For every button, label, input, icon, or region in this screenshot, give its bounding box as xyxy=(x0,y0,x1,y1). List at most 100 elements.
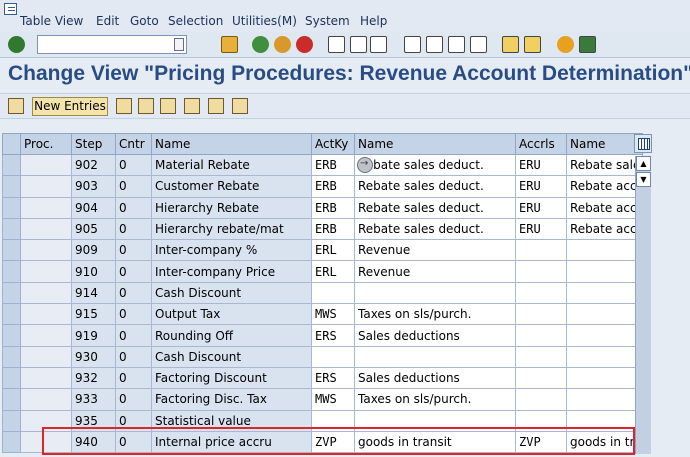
column-header-actky[interactable]: ActKy xyxy=(311,133,355,155)
back-icon[interactable] xyxy=(252,36,269,53)
menu-help[interactable]: Help xyxy=(360,14,387,28)
row-selector[interactable] xyxy=(2,260,21,283)
cell-actky[interactable] xyxy=(311,281,355,305)
table-row[interactable]: 914 0 Cash Discount xyxy=(2,281,643,305)
last-page-icon[interactable] xyxy=(470,36,487,53)
cell-actky[interactable]: ERS xyxy=(311,324,355,347)
row-selector-header[interactable] xyxy=(2,133,21,155)
shortcut-icon[interactable] xyxy=(524,36,541,53)
cell-accrls[interactable] xyxy=(515,345,567,368)
cell-accrls[interactable] xyxy=(515,303,567,326)
undo-change-icon[interactable] xyxy=(160,98,176,114)
cell-accrls[interactable] xyxy=(515,388,567,411)
first-page-icon[interactable] xyxy=(404,36,421,53)
command-field[interactable] xyxy=(37,35,187,54)
menu-goto[interactable]: Goto xyxy=(130,14,159,28)
cancel-icon[interactable] xyxy=(296,36,313,53)
column-header-proc[interactable]: Proc. xyxy=(20,133,72,155)
row-selector[interactable] xyxy=(2,388,21,411)
column-header-step[interactable]: Step xyxy=(71,133,116,155)
cell-accrls[interactable] xyxy=(515,260,567,283)
cell-accrls[interactable]: ERU xyxy=(515,217,567,241)
menu-edit[interactable]: Edit xyxy=(96,14,119,28)
row-selector[interactable] xyxy=(2,430,21,454)
cell-actky[interactable]: ERB xyxy=(311,217,355,241)
table-row[interactable]: 935 0 Statistical value xyxy=(2,409,643,432)
table-row[interactable]: 909 0 Inter-company % ERL Revenue xyxy=(2,239,643,262)
table-row[interactable]: 903 0 Customer Rebate ERB Rebate sales deduc… xyxy=(2,175,643,198)
cell-accrls[interactable] xyxy=(515,239,567,262)
delete-icon[interactable] xyxy=(138,98,154,114)
menu-table-view[interactable]: Table View xyxy=(20,14,83,28)
copy-as-icon[interactable] xyxy=(116,98,132,114)
cell-actky[interactable] xyxy=(311,345,355,368)
column-header-accrl-name[interactable]: Name xyxy=(566,133,643,155)
column-header-acct-name[interactable]: Name xyxy=(354,133,516,155)
table-row[interactable]: 915 0 Output Tax MWS Taxes on sls/purch. xyxy=(2,303,643,326)
menu-selection[interactable]: Selection xyxy=(168,14,223,28)
help-icon[interactable] xyxy=(557,36,574,53)
value-help-icon[interactable] xyxy=(357,157,373,173)
save-icon[interactable] xyxy=(221,36,238,53)
table-row[interactable]: 932 0 Factoring Discount ERS Sales deduction… xyxy=(2,366,643,390)
cell-actky[interactable]: MWS xyxy=(311,388,355,411)
cell-accrls[interactable] xyxy=(515,281,567,305)
table-row[interactable]: 919 0 Rounding Off ERS Sales deductions xyxy=(2,324,643,347)
table-row[interactable]: 910 0 Inter-company Price ERL Revenue xyxy=(2,260,643,283)
table-row[interactable]: 904 0 Hierarchy Rebate ERB Rebate sales dedu… xyxy=(2,196,643,219)
command-dropdown-icon[interactable] xyxy=(174,38,184,51)
cell-accrls[interactable] xyxy=(515,366,567,390)
cell-accrls[interactable] xyxy=(515,324,567,347)
next-page-icon[interactable] xyxy=(448,36,465,53)
cell-accrls[interactable]: ERU xyxy=(515,175,567,198)
cell-actky[interactable]: ZVP xyxy=(311,430,355,454)
row-selector[interactable] xyxy=(2,409,21,432)
menu-system[interactable]: System xyxy=(305,14,350,28)
row-selector[interactable] xyxy=(2,345,21,368)
cell-actky[interactable]: ERB xyxy=(311,196,355,219)
row-selector[interactable] xyxy=(2,153,21,177)
row-selector[interactable] xyxy=(2,175,21,198)
cell-actky[interactable]: ERL xyxy=(311,260,355,283)
cell-actky[interactable]: ERB xyxy=(311,153,355,177)
system-menu-icon[interactable] xyxy=(4,3,17,15)
layout-icon[interactable] xyxy=(579,36,596,53)
select-block-icon[interactable] xyxy=(208,98,224,114)
menu-utilities[interactable]: Utilities(M) xyxy=(232,14,297,28)
row-selector[interactable] xyxy=(2,366,21,390)
column-header-cntr[interactable]: Cntr xyxy=(115,133,152,155)
check-icon[interactable] xyxy=(8,36,25,53)
edit-pencil-icon[interactable] xyxy=(8,98,24,114)
table-row[interactable]: 902 0 Material Rebate ERB Rebate sales deduc… xyxy=(2,153,643,177)
cell-accrls[interactable]: ZVP xyxy=(515,430,567,454)
row-selector[interactable] xyxy=(2,281,21,305)
vertical-scrollbar[interactable]: ▲ ▼ xyxy=(635,156,651,454)
row-selector[interactable] xyxy=(2,217,21,241)
column-settings-icon[interactable] xyxy=(634,134,652,153)
scroll-up-icon[interactable]: ▲ xyxy=(636,156,651,171)
previous-page-icon[interactable] xyxy=(426,36,443,53)
column-header-name[interactable]: Name xyxy=(151,133,312,155)
cell-actky[interactable]: ERL xyxy=(311,239,355,262)
row-selector[interactable] xyxy=(2,196,21,219)
find-icon[interactable] xyxy=(350,36,367,53)
cell-actky[interactable]: MWS xyxy=(311,303,355,326)
cell-actky[interactable]: ERB xyxy=(311,175,355,198)
cell-accrls[interactable]: ERU xyxy=(515,196,567,219)
cell-accrls[interactable] xyxy=(515,409,567,432)
row-selector[interactable] xyxy=(2,239,21,262)
column-header-accrls[interactable]: Accrls xyxy=(515,133,567,155)
scroll-down-icon[interactable]: ▼ xyxy=(636,172,651,187)
exit-icon[interactable] xyxy=(274,36,291,53)
row-selector[interactable] xyxy=(2,324,21,347)
find-next-icon[interactable] xyxy=(370,36,387,53)
print-icon[interactable] xyxy=(328,36,345,53)
new-session-icon[interactable] xyxy=(502,36,519,53)
table-row[interactable]: 905 0 Hierarchy rebate/mat ERB Rebate sales … xyxy=(2,217,643,241)
cell-accrls[interactable]: ERU xyxy=(515,153,567,177)
table-row[interactable]: 933 0 Factoring Disc. Tax MWS Taxes on sls/p… xyxy=(2,388,643,411)
cell-actky[interactable]: ERS xyxy=(311,366,355,390)
table-row[interactable]: 940 0 Internal price accru ZVP goods in tran… xyxy=(2,430,643,454)
cell-actky[interactable] xyxy=(311,409,355,432)
row-selector[interactable] xyxy=(2,303,21,326)
